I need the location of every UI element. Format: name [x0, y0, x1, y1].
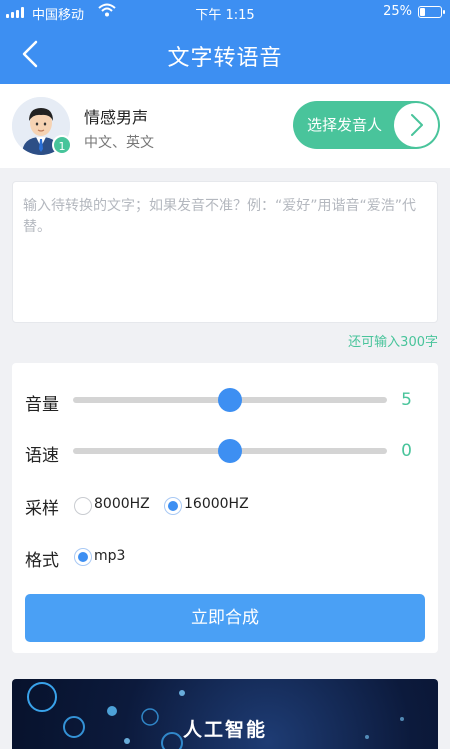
volume-label: 音量 [25, 395, 59, 415]
format-label: 格式 [25, 551, 59, 571]
settings-card: 音量 5 语速 0 采样 8000HZ 16000HZ 格式 mp3 立即合成 [12, 363, 438, 653]
sample-rate-label: 采样 [25, 499, 59, 519]
ai-banner[interactable]: 人工智能 [12, 679, 438, 749]
voice-selector-row: 1 情感男声 中文、英文 选择发音人 [0, 84, 450, 168]
format-mp3-radio[interactable] [74, 548, 92, 566]
speed-slider-thumb[interactable] [218, 439, 242, 463]
volume-slider[interactable] [73, 388, 387, 412]
battery-percent: 25% [383, 4, 412, 19]
text-input[interactable]: 输入待转换的文字；如果发音不准？例：“爱好”用谐音“爱浩”代替。 [12, 181, 438, 323]
text-input-placeholder: 输入待转换的文字；如果发音不准？例：“爱好”用谐音“爱浩”代替。 [23, 198, 417, 235]
page-title: 文字转语音 [167, 46, 283, 71]
banner-title: 人工智能 [182, 719, 267, 741]
sample-rate-16000-radio[interactable] [164, 497, 182, 515]
voice-languages: 中文、英文 [84, 135, 154, 151]
select-voice-circle [394, 103, 438, 147]
volume-slider-thumb[interactable] [218, 388, 242, 412]
sample-rate-8000-label: 8000HZ [94, 496, 150, 512]
speed-slider[interactable] [73, 439, 387, 463]
select-voice-label: 选择发音人 [307, 116, 383, 134]
remaining-count: 还可输入300字 [348, 335, 438, 350]
format-mp3-label: mp3 [94, 548, 126, 564]
speed-label: 语速 [25, 446, 59, 466]
battery-icon [418, 6, 445, 18]
sample-rate-8000-radio[interactable] [74, 497, 92, 515]
sample-rate-16000-label: 16000HZ [184, 496, 249, 512]
synthesize-button[interactable]: 立即合成 [25, 594, 425, 642]
chevron-right-icon [411, 114, 423, 136]
voice-name: 情感男声 [84, 108, 149, 127]
speed-value: 0 [401, 441, 412, 461]
volume-value: 5 [401, 390, 412, 410]
app-header: 中国移动 下午 1:15 25% 文字转语音 [0, 0, 450, 84]
avatar-badge: 1 [52, 135, 72, 155]
select-voice-button[interactable]: 选择发音人 [293, 101, 440, 149]
status-bar: 中国移动 下午 1:15 25% [0, 0, 450, 26]
